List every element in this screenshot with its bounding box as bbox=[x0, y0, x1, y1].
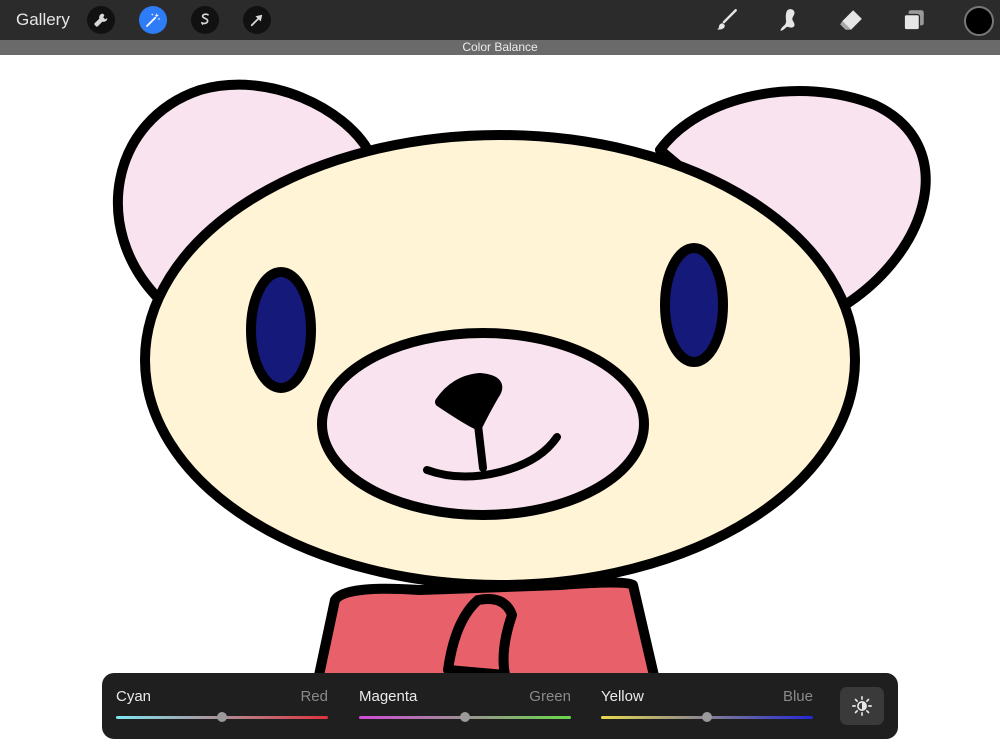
yellow-blue-slider-knob[interactable] bbox=[702, 712, 712, 722]
gallery-button[interactable]: Gallery bbox=[16, 0, 70, 40]
tone-range-button[interactable] bbox=[840, 687, 884, 725]
drawing-canvas[interactable] bbox=[0, 55, 1000, 750]
brightness-sun-icon bbox=[852, 696, 872, 716]
layers-button[interactable] bbox=[898, 4, 930, 36]
adjustments-button[interactable] bbox=[139, 6, 167, 34]
selection-icon bbox=[200, 13, 209, 26]
red-label: Red bbox=[300, 688, 328, 705]
yellow-blue-slider-group: Yellow Blue bbox=[601, 673, 813, 739]
selection-button[interactable] bbox=[191, 6, 219, 34]
cyan-red-slider-group: Cyan Red bbox=[116, 673, 328, 739]
smudge-button[interactable] bbox=[772, 4, 804, 36]
color-balance-panel: Cyan Red Magenta Green Yellow Blue bbox=[102, 673, 898, 739]
cyan-label: Cyan bbox=[116, 688, 152, 705]
layers-icon bbox=[903, 10, 924, 31]
adjustment-title: Color Balance bbox=[0, 40, 1000, 55]
eraser-icon bbox=[840, 10, 862, 30]
green-label: Green bbox=[529, 688, 571, 705]
current-color-swatch[interactable] bbox=[964, 6, 994, 36]
transform-button[interactable] bbox=[243, 6, 271, 34]
teddy-bear-artwork bbox=[112, 79, 931, 685]
wrench-icon bbox=[94, 13, 108, 27]
magenta-green-slider-knob[interactable] bbox=[460, 712, 470, 722]
blue-label: Blue bbox=[782, 688, 813, 705]
magenta-green-slider-group: Magenta Green bbox=[359, 673, 571, 739]
erase-button[interactable] bbox=[835, 4, 867, 36]
magenta-label: Magenta bbox=[359, 688, 418, 705]
top-toolbar: Gallery bbox=[0, 0, 1000, 40]
transform-arrow-icon bbox=[250, 14, 263, 27]
smudge-icon bbox=[780, 9, 795, 31]
cyan-red-slider-knob[interactable] bbox=[217, 712, 227, 722]
brush-icon bbox=[716, 9, 737, 30]
bear-right-eye bbox=[660, 243, 728, 367]
bear-mouth bbox=[474, 421, 487, 472]
magic-wand-icon bbox=[146, 13, 161, 27]
actions-button[interactable] bbox=[87, 6, 115, 34]
bear-left-eye bbox=[246, 267, 316, 393]
yellow-label: Yellow bbox=[601, 688, 644, 705]
paint-button[interactable] bbox=[710, 4, 742, 36]
